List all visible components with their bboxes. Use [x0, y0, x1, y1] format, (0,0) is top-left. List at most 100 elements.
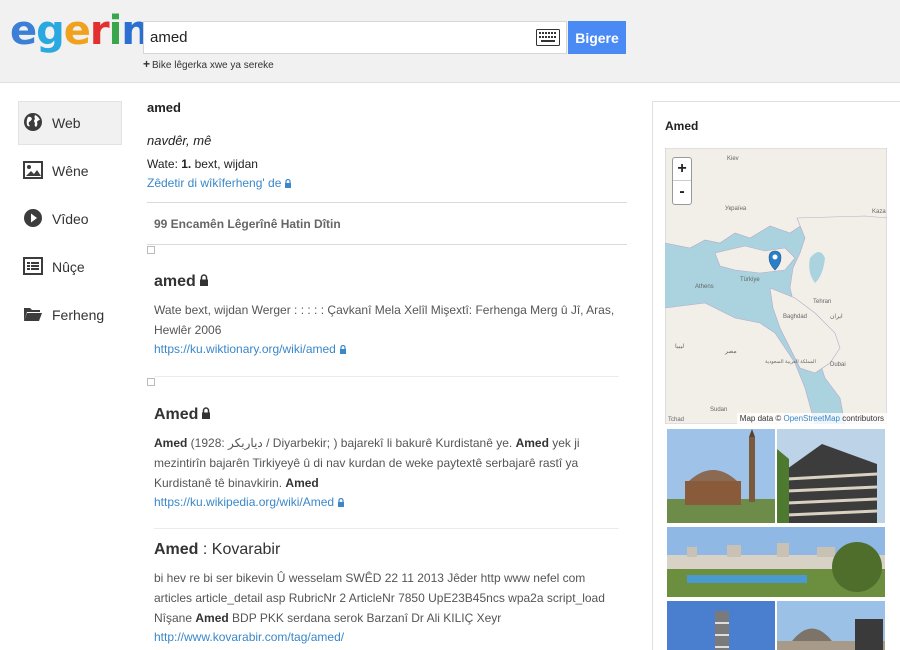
snippet-bold: Amed: [285, 476, 319, 490]
lock-icon: [202, 407, 211, 419]
nav-label-dictionary: Ferheng: [52, 307, 105, 323]
thumbnail-city-panorama[interactable]: [667, 527, 885, 597]
divider: [147, 244, 627, 245]
nav-item-web[interactable]: Web: [18, 101, 122, 145]
map-canvas: Kiev Україна Türkiye Athens Tehran Baghd…: [665, 148, 887, 424]
map-label: Athens: [695, 284, 714, 290]
lock-icon: [338, 498, 345, 507]
logo[interactable]: egerin: [10, 8, 150, 54]
wiktionary-edit-link[interactable]: Zêdetir di wîkîferheng' de: [147, 176, 627, 190]
result-title-text: Amed: [154, 541, 199, 558]
nav-item-video[interactable]: Vîdeo: [18, 197, 122, 245]
result-item: Amed Amed (1928: دیاربکر / Diyarbekir; )…: [147, 406, 627, 509]
play-icon: [24, 209, 42, 227]
map-label: Türkiye: [740, 277, 760, 283]
lock-icon: [285, 179, 292, 188]
map-label: Sudan: [710, 407, 727, 413]
image-thumbnails: [667, 429, 885, 650]
nav-item-images[interactable]: Wêne: [18, 149, 122, 197]
map-label: ليبيا: [675, 343, 684, 350]
image-icon: [23, 161, 43, 179]
result-title[interactable]: amed: [154, 273, 620, 291]
nav-label-web: Web: [52, 115, 81, 131]
result-item: amed Wate bext, wijdan Werger : : : : : …: [147, 273, 627, 356]
map-label: Україна: [725, 206, 747, 212]
map-label: Kaza: [872, 209, 886, 215]
folder-icon: [24, 308, 42, 321]
map-label: Baghdad: [783, 314, 807, 320]
result-title-text: amed: [154, 273, 196, 290]
map-label: Tehran: [813, 299, 831, 305]
map-label: Kiev: [727, 156, 739, 162]
map-label: ایران: [830, 313, 843, 320]
result-title-suffix: : Kovarabir: [198, 541, 281, 558]
map-marker-dot: [772, 254, 778, 260]
lock-icon: [199, 274, 208, 286]
news-icon: [23, 257, 43, 275]
edit-link-label: Zêdetir di wîkîferheng' de: [147, 176, 282, 190]
result-snippet: Wate bext, wijdan Werger : : : : : Çavka…: [154, 303, 615, 337]
broken-image-icon: [147, 378, 155, 386]
meaning-number: 1.: [181, 157, 192, 171]
map-label: Tchad: [668, 417, 684, 423]
meaning-prefix: Wate:: [147, 157, 182, 171]
nav-label-video: Vîdeo: [52, 211, 89, 227]
nav-item-dictionary[interactable]: Ferheng: [18, 293, 122, 341]
results-count: 99 Encamên Lêgerînê Hatin Dîtin: [154, 217, 341, 231]
nav-label-news: Nûçe: [52, 259, 85, 275]
snippet-text: BDP PKK serdana serok Barzanî Dr Ali KIL…: [228, 611, 502, 625]
result-url[interactable]: http://www.kovarabir.com/tag/amed/: [154, 630, 620, 644]
zoom-out-button[interactable]: -: [673, 181, 691, 204]
map-attribution: Map data © OpenStreetMap contributors: [736, 413, 887, 424]
snippet-text: (1928: دیاربکر / Diyarbekir; ) bajarekî …: [187, 436, 516, 450]
result-divider: [154, 376, 619, 377]
lock-icon: [339, 345, 346, 354]
result-item: Amed : Kovarabir bi hev re bi ser bikevi…: [147, 541, 627, 644]
result-title[interactable]: Amed: [154, 406, 620, 424]
keyboard-icon[interactable]: [536, 29, 560, 46]
result-url[interactable]: https://ku.wikipedia.org/wiki/Amed: [154, 495, 620, 509]
result-url-text: https://ku.wiktionary.org/wiki/amed: [154, 342, 336, 356]
result-snippet: bi hev re bi ser bikevin Û wesselam SWÊD…: [154, 568, 620, 628]
add-word-label: Bike lêgerka xwe ya sereke: [152, 60, 274, 71]
plus-icon: +: [143, 57, 151, 71]
map-label: مصر: [724, 349, 737, 355]
attribution-prefix: Map data ©: [739, 414, 784, 423]
knowledge-panel: Amed Kiev Україна Türkiye Athens Tehran …: [652, 101, 900, 650]
result-url-text: https://ku.wikipedia.org/wiki/Amed: [154, 495, 335, 509]
attribution-suffix: contributors: [839, 414, 884, 423]
sidebar-nav: Web Wêne Vîdeo Nûçe Ferheng: [18, 101, 122, 341]
snippet-bold: Amed: [515, 436, 549, 450]
result-url[interactable]: https://ku.wiktionary.org/wiki/amed: [154, 342, 620, 356]
thumbnail-stone-building[interactable]: [777, 429, 885, 523]
search-input[interactable]: [143, 21, 567, 54]
nav-item-news[interactable]: Nûçe: [18, 245, 122, 293]
location-map[interactable]: Kiev Україна Türkiye Athens Tehran Baghd…: [665, 148, 887, 424]
thumbnail-mosque[interactable]: [667, 429, 775, 523]
thumbnail-minaret[interactable]: [667, 601, 775, 650]
result-title[interactable]: Amed : Kovarabir: [154, 541, 620, 559]
snippet-bold: Amed: [154, 436, 188, 450]
panel-title: Amed: [665, 119, 699, 133]
result-snippet: Amed (1928: دیاربکر / Diyarbekir; ) baja…: [154, 433, 620, 493]
snippet-bold: Amed: [195, 611, 229, 625]
thumbnail-dome[interactable]: [777, 601, 885, 650]
globe-icon: [24, 113, 42, 131]
add-word-link[interactable]: + Bike lêgerka xwe ya sereke: [143, 57, 274, 71]
header: egerin Bigere +Bike lêgerka xwe ya serek…: [0, 0, 900, 83]
result-title-text: Amed: [154, 406, 199, 423]
zoom-in-button[interactable]: +: [673, 158, 691, 181]
result-divider: [154, 528, 619, 529]
meaning-text: bext, wijdan: [191, 157, 258, 171]
dictionary-meaning: Wate: 1. bext, wijdan: [147, 157, 627, 171]
attribution-link[interactable]: OpenStreetMap: [783, 414, 839, 423]
map-zoom-control: + -: [672, 157, 692, 205]
map-label: المملكة العربية السعودية: [765, 359, 816, 365]
dictionary-pos: navdêr, mê: [147, 133, 212, 148]
main-results: amed navdêr, mê Wate: 1. bext, wijdan Zê…: [147, 100, 627, 644]
app: egerin Bigere +Bike lêgerka xwe ya serek…: [0, 0, 900, 650]
search-button[interactable]: Bigere: [568, 21, 626, 54]
dictionary-word: amed: [147, 100, 181, 115]
broken-image-icon: [147, 246, 155, 254]
map-label: Dubai: [830, 362, 846, 368]
